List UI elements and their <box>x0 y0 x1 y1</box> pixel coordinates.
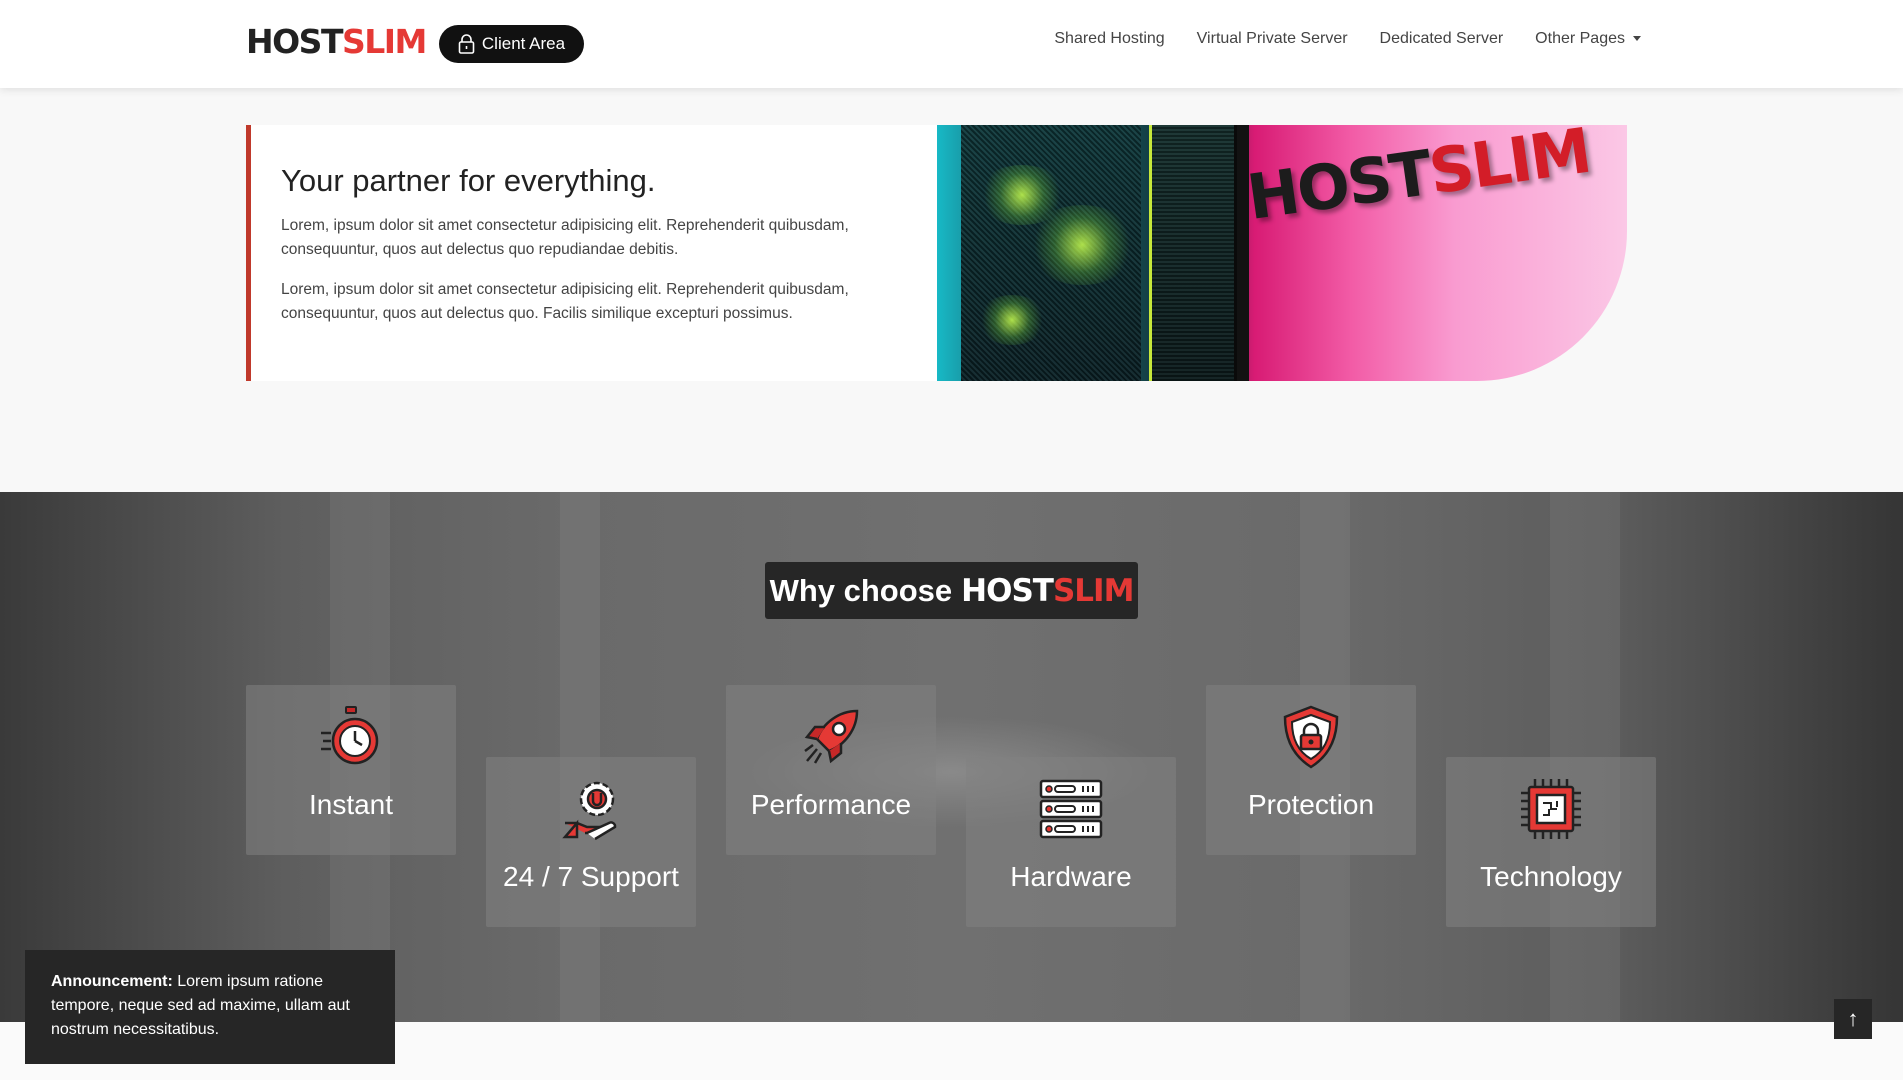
nav-link-other-pages[interactable]: Other Pages <box>1535 30 1641 48</box>
why-choose-heading: Why choose HOSTSLIM <box>765 562 1138 619</box>
brand-logo[interactable]: HOSTSLIM <box>246 22 427 61</box>
nav-link-vps[interactable]: Virtual Private Server <box>1197 30 1348 48</box>
nav-link-shared-hosting[interactable]: Shared Hosting <box>1054 30 1164 48</box>
lock-icon <box>458 34 475 54</box>
hero-paragraph-2: Lorem, ipsum dolor sit amet consectetur … <box>281 281 849 322</box>
feature-label-protection: Protection <box>1247 789 1375 820</box>
hero-datacenter-image: HOSTSLIM <box>937 125 1627 381</box>
why-heading-brand: HOSTSLIM <box>961 572 1134 609</box>
rocket-icon <box>804 709 859 764</box>
stopwatch-icon <box>321 706 379 765</box>
support-gear-hand-icon <box>562 781 617 841</box>
why-choose-section: Why choose HOSTSLIM Instant 24 / 7 Suppo… <box>0 492 1903 1022</box>
hero-title: Your partner for everything. <box>281 163 656 198</box>
why-heading-brand-part1: HOST <box>961 572 1054 609</box>
server-rack-door-graphic <box>1149 125 1237 381</box>
announcement-label: Announcement: <box>51 973 173 990</box>
feature-label-hardware: Hardware <box>1010 861 1132 892</box>
client-area-button[interactable]: Client Area <box>439 25 584 63</box>
client-area-label: Client Area <box>481 34 566 53</box>
shield-lock-icon <box>1283 705 1339 769</box>
why-heading-prefix: Why choose <box>769 572 953 608</box>
feature-label-support: 24 / 7 Support <box>503 861 679 892</box>
cpu-chip-icon <box>1521 779 1581 839</box>
navbar: HOSTSLIM Client Area Shared Hosting Virt… <box>0 0 1903 88</box>
main-nav: Shared Hosting Virtual Private Server De… <box>1054 30 1641 48</box>
server-rack-icon <box>1039 779 1103 839</box>
hostslim-wall-sign: HOSTSLIM <box>1243 125 1594 234</box>
feature-label-technology: Technology <box>1480 861 1622 892</box>
feature-card-hardware[interactable]: Hardware <box>966 757 1176 927</box>
caret-down-icon <box>1633 36 1641 42</box>
announcement-toast: Announcement: Lorem ipsum ratione tempor… <box>25 950 395 1064</box>
rack-glow <box>977 295 1047 345</box>
feature-card-support[interactable]: 24 / 7 Support <box>486 757 696 927</box>
hero-card: Your partner for everything. Lorem, ipsu… <box>246 125 938 381</box>
feature-card-protection[interactable]: Protection <box>1206 685 1416 855</box>
nav-link-other-pages-label: Other Pages <box>1535 30 1625 47</box>
why-heading-brand-part2: SLIM <box>1052 572 1134 609</box>
wall-sign-part2: SLIM <box>1424 125 1595 209</box>
feature-label-instant: Instant <box>308 789 394 820</box>
feature-card-technology[interactable]: Technology <box>1446 757 1656 927</box>
back-to-top-button[interactable]: ↑ <box>1834 999 1872 1039</box>
rack-glow <box>1027 205 1137 285</box>
feature-card-instant[interactable]: Instant <box>246 685 456 855</box>
feature-card-performance[interactable]: Performance <box>726 685 936 855</box>
wall-sign-part1: HOST <box>1242 136 1435 234</box>
hero-paragraph-1: Lorem, ipsum dolor sit amet consectetur … <box>281 217 849 258</box>
arrow-up-icon: ↑ <box>1847 1006 1859 1031</box>
brand-logo-part1: HOST <box>246 22 343 61</box>
brand-logo-part2: SLIM <box>341 22 427 61</box>
nav-link-dedicated-server[interactable]: Dedicated Server <box>1380 30 1504 48</box>
feature-label-performance: Performance <box>750 789 912 820</box>
